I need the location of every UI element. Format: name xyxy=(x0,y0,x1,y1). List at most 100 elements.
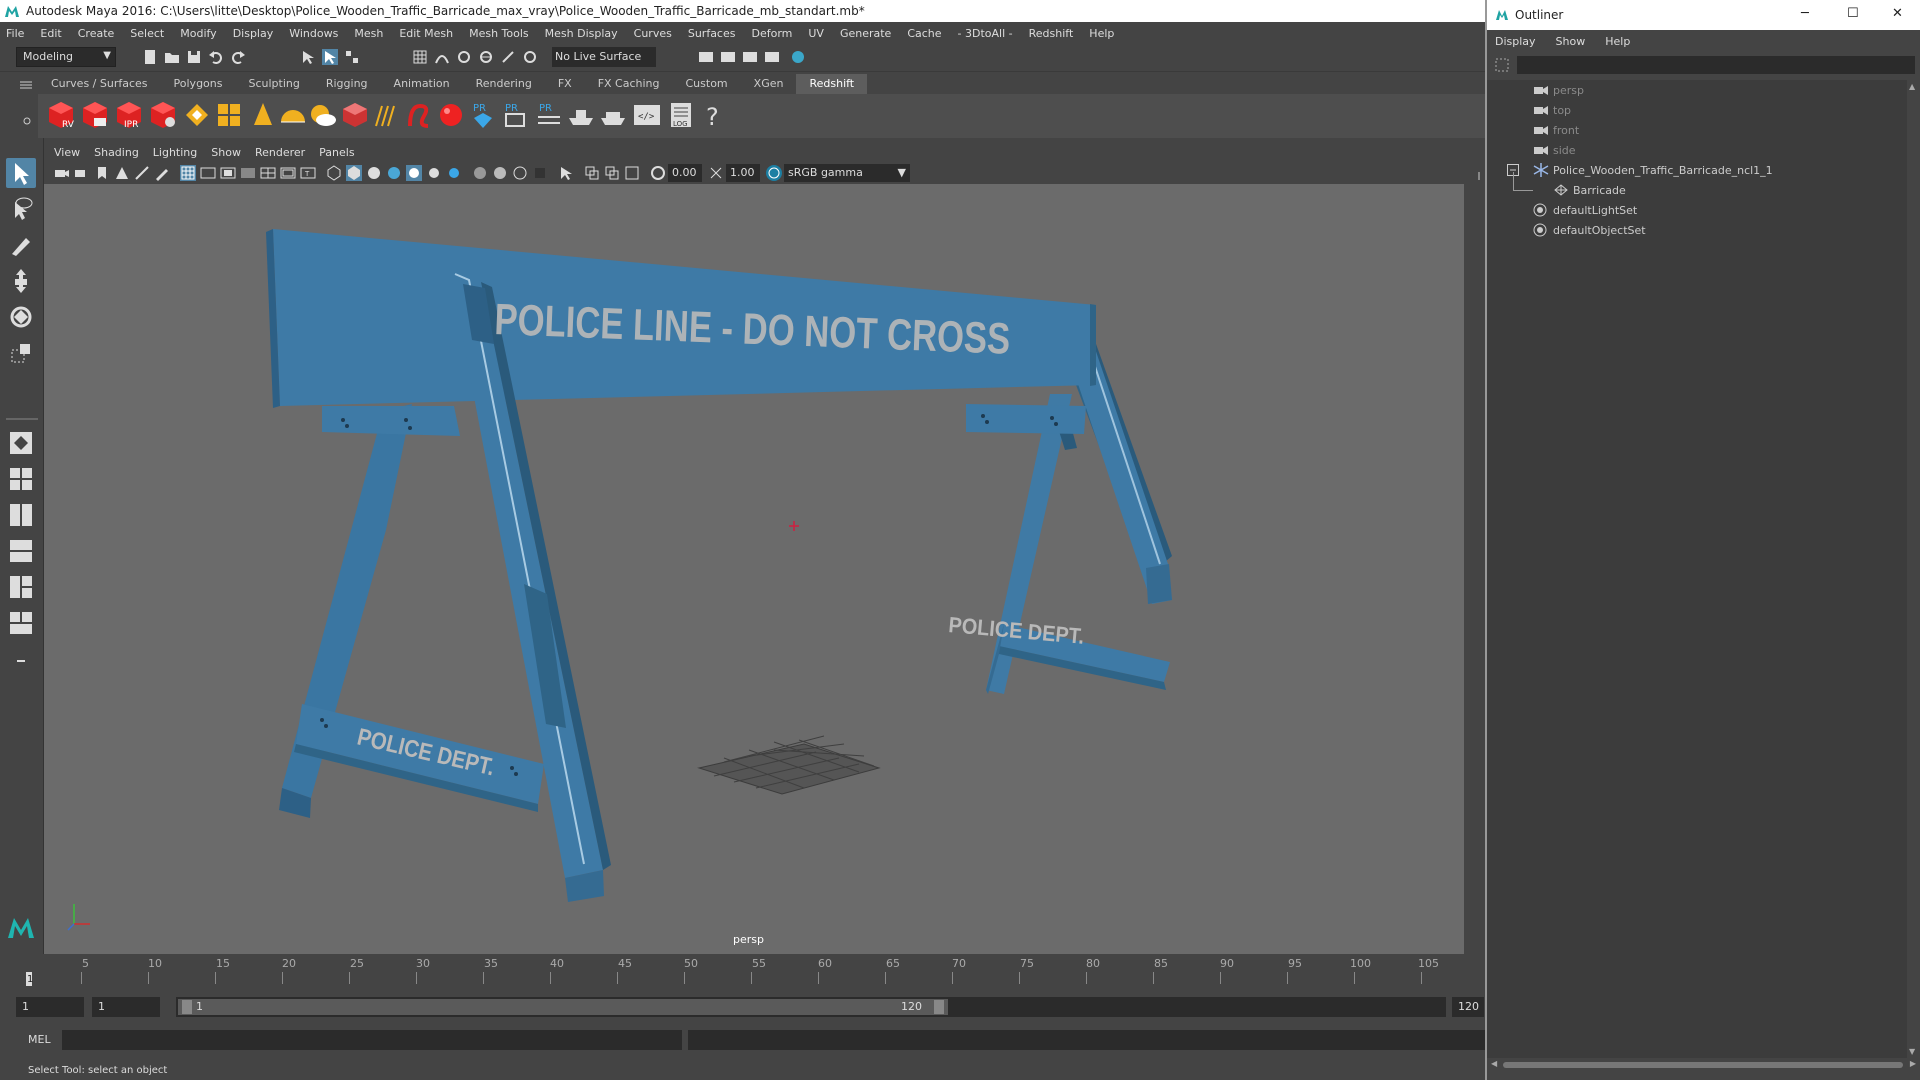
redshift-settings-icon[interactable] xyxy=(148,100,178,130)
menu-file[interactable]: File xyxy=(6,27,24,40)
tab-redshift[interactable]: Redshift xyxy=(796,74,868,94)
menu-edit-mesh[interactable]: Edit Mesh xyxy=(399,27,453,40)
redshift-pr-transfer-icon[interactable]: PR xyxy=(534,100,564,130)
move-tool-icon[interactable] xyxy=(6,266,36,296)
redshift-dome-light-icon[interactable] xyxy=(278,100,308,130)
perspective-viewport[interactable]: POLICE LINE - DO NOT CROSS POLICE DEPT. … xyxy=(44,184,1464,954)
redshift-render-view-icon[interactable]: RV xyxy=(46,100,76,130)
undo-icon[interactable] xyxy=(208,49,224,65)
select-hierarchy-icon[interactable] xyxy=(300,49,316,65)
select-tool-icon[interactable] xyxy=(6,158,36,188)
persp-graph-layout-icon[interactable] xyxy=(6,536,36,566)
outliner-vertical-scrollbar[interactable]: ▲ ▼ xyxy=(1907,80,1920,1058)
hypershade-icon[interactable] xyxy=(790,49,806,65)
maximize-icon[interactable]: ☐ xyxy=(1847,6,1859,21)
new-scene-icon[interactable] xyxy=(142,49,158,65)
gamma-field[interactable]: 1.00 xyxy=(726,164,760,182)
outliner-item[interactable]: side xyxy=(1533,140,1576,160)
outliner-horizontal-scrollbar[interactable]: ◀ ▶ xyxy=(1487,1058,1920,1072)
depth-of-field-icon[interactable] xyxy=(532,165,548,181)
save-scene-icon[interactable] xyxy=(186,49,202,65)
gate-mask-icon[interactable] xyxy=(240,165,256,181)
redshift-curve-light-icon[interactable] xyxy=(404,100,434,130)
tab-custom[interactable]: Custom xyxy=(673,74,741,94)
panel-menu-renderer[interactable]: Renderer xyxy=(255,146,305,159)
menu-curves[interactable]: Curves xyxy=(634,27,672,40)
tab-polygons[interactable]: Polygons xyxy=(161,74,236,94)
four-view-layout-icon[interactable] xyxy=(6,464,36,494)
redshift-tiles-icon[interactable] xyxy=(214,100,244,130)
snap-grid-icon[interactable] xyxy=(412,49,428,65)
menu-deform[interactable]: Deform xyxy=(751,27,792,40)
menu-mesh[interactable]: Mesh xyxy=(354,27,383,40)
isolate-select-icon[interactable] xyxy=(558,165,574,181)
redshift-sphere-icon[interactable] xyxy=(436,100,466,130)
menu-select[interactable]: Select xyxy=(130,27,164,40)
outliner-item[interactable]: defaultLightSet xyxy=(1533,200,1637,220)
hypershade-layout-icon[interactable] xyxy=(6,572,36,602)
ipr-render-icon[interactable] xyxy=(742,49,758,65)
snap-live-icon[interactable] xyxy=(500,49,516,65)
close-icon[interactable]: ✕ xyxy=(1892,6,1903,21)
shelf-menu-icon[interactable] xyxy=(20,80,32,90)
tab-xgen[interactable]: XGen xyxy=(741,74,797,94)
scale-tool-icon[interactable] xyxy=(6,338,36,368)
single-perspective-layout-icon[interactable] xyxy=(6,428,36,458)
menu-edit[interactable]: Edit xyxy=(40,27,61,40)
snap-curve-icon[interactable] xyxy=(434,49,450,65)
redo-icon[interactable] xyxy=(230,49,246,65)
outliner-item[interactable]: Barricade xyxy=(1553,180,1626,200)
outliner-search-input[interactable] xyxy=(1517,56,1915,74)
safe-action-icon[interactable] xyxy=(280,165,296,181)
outliner-item[interactable]: defaultObjectSet xyxy=(1533,220,1646,240)
custom-layout-icon[interactable] xyxy=(6,608,36,638)
menu-create[interactable]: Create xyxy=(78,27,115,40)
menu-set-dropdown[interactable]: Modeling ▼ xyxy=(16,47,116,67)
redshift-boat-icon[interactable] xyxy=(566,100,596,130)
menu-generate[interactable]: Generate xyxy=(840,27,891,40)
render-view-icon[interactable] xyxy=(764,49,780,65)
grid-toggle-icon[interactable] xyxy=(180,165,196,181)
scroll-right-icon[interactable]: ▶ xyxy=(1910,1059,1916,1068)
wireframe-icon[interactable] xyxy=(326,165,342,181)
smooth-shade-icon[interactable] xyxy=(346,165,362,181)
textured-icon[interactable] xyxy=(386,165,402,181)
menu-mesh-display[interactable]: Mesh Display xyxy=(545,27,618,40)
lasso-tool-icon[interactable] xyxy=(6,194,36,224)
use-all-lights-icon[interactable] xyxy=(406,165,422,181)
camera-lock-icon[interactable] xyxy=(74,165,90,181)
time-slider-track[interactable]: 1 5 10 15 20 25 30 35 40 45 50 55 60 65 … xyxy=(26,954,1466,988)
menu-display[interactable]: Display xyxy=(233,27,274,40)
pane-divider-handle[interactable] xyxy=(1478,172,1480,180)
select-object-icon[interactable] xyxy=(322,49,338,65)
menu-help[interactable]: Help xyxy=(1089,27,1114,40)
xray-joints-icon[interactable] xyxy=(584,165,600,181)
menu-uv[interactable]: UV xyxy=(808,27,824,40)
more-layouts-icon[interactable] xyxy=(6,646,36,676)
tab-animation[interactable]: Animation xyxy=(381,74,463,94)
motion-blur-icon[interactable] xyxy=(492,165,508,181)
range-start-field[interactable]: 1 xyxy=(92,997,160,1017)
range-bar-left-grip[interactable] xyxy=(182,1000,192,1014)
default-material-icon[interactable] xyxy=(366,165,382,181)
safe-title-icon[interactable]: T xyxy=(300,165,316,181)
menu-surfaces[interactable]: Surfaces xyxy=(688,27,736,40)
time-slider[interactable]: 1 5 10 15 20 25 30 35 40 45 50 55 60 65 … xyxy=(0,954,1485,990)
field-chart-icon[interactable] xyxy=(260,165,276,181)
exposure-icon[interactable] xyxy=(650,165,666,181)
redshift-ship-icon[interactable] xyxy=(598,100,628,130)
panel-menu-show[interactable]: Show xyxy=(211,146,241,159)
gamma-icon[interactable] xyxy=(708,165,724,181)
menu-cache[interactable]: Cache xyxy=(907,27,941,40)
range-bar-handle[interactable]: 1 120 xyxy=(178,999,948,1015)
minimize-icon[interactable]: ─ xyxy=(1801,6,1809,21)
range-bar-right-grip[interactable] xyxy=(934,1000,944,1014)
outliner-item[interactable]: Police_Wooden_Traffic_Barricade_ncl1_1 xyxy=(1507,160,1773,180)
redshift-render-icon[interactable] xyxy=(80,100,110,130)
redshift-help-icon[interactable]: ? xyxy=(698,100,728,130)
backface-culling-icon[interactable] xyxy=(624,165,640,181)
redshift-pr-export-icon[interactable]: PR xyxy=(500,100,530,130)
select-component-icon[interactable] xyxy=(344,49,360,65)
redshift-proxy-icon[interactable] xyxy=(182,100,212,130)
multisample-aa-icon[interactable] xyxy=(512,165,528,181)
